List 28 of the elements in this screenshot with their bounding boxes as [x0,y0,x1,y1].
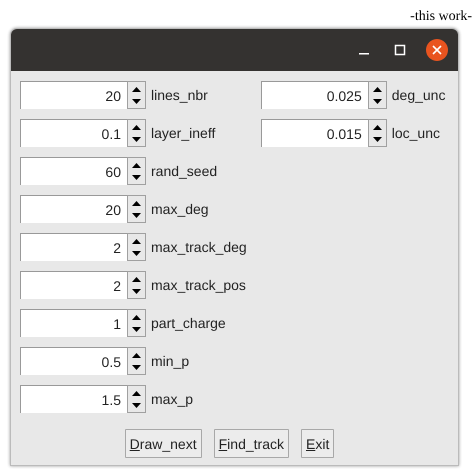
action-button[interactable]: Find_track [214,429,289,458]
action-button[interactable]: Exit [300,429,334,458]
number-field[interactable]: 0.1 [20,119,127,147]
maximize-icon[interactable] [394,44,406,56]
field-label: part_charge [151,315,226,331]
field-label: max_track_deg [151,239,247,255]
number-field[interactable]: 60 [20,157,127,185]
number-field[interactable]: 2 [20,233,127,261]
number-field[interactable]: 0.025 [260,81,368,109]
action-button[interactable]: Draw_next [124,429,202,458]
number-field[interactable]: 0.5 [20,347,127,375]
number-field[interactable]: 1.5 [20,385,127,413]
field-label: rand_seed [151,163,218,179]
field-label: lines_nbr [151,87,208,103]
field-label: max_deg [151,201,209,217]
field-label: max_track_pos [151,277,246,293]
field-label: deg_unc [392,87,446,103]
number-field[interactable]: 20 [20,81,127,109]
number-field[interactable]: 1 [20,309,127,337]
field-label: min_p [151,353,190,369]
number-field[interactable]: 20 [20,195,127,223]
field-label: max_p [151,391,194,407]
caption-text: -this work- [410,10,472,26]
field-label: layer_ineff [151,125,216,141]
number-field[interactable]: 0.015 [260,119,368,147]
close-icon[interactable] [426,39,448,61]
field-label: loc_unc [392,125,440,141]
number-field[interactable]: 2 [20,271,127,299]
